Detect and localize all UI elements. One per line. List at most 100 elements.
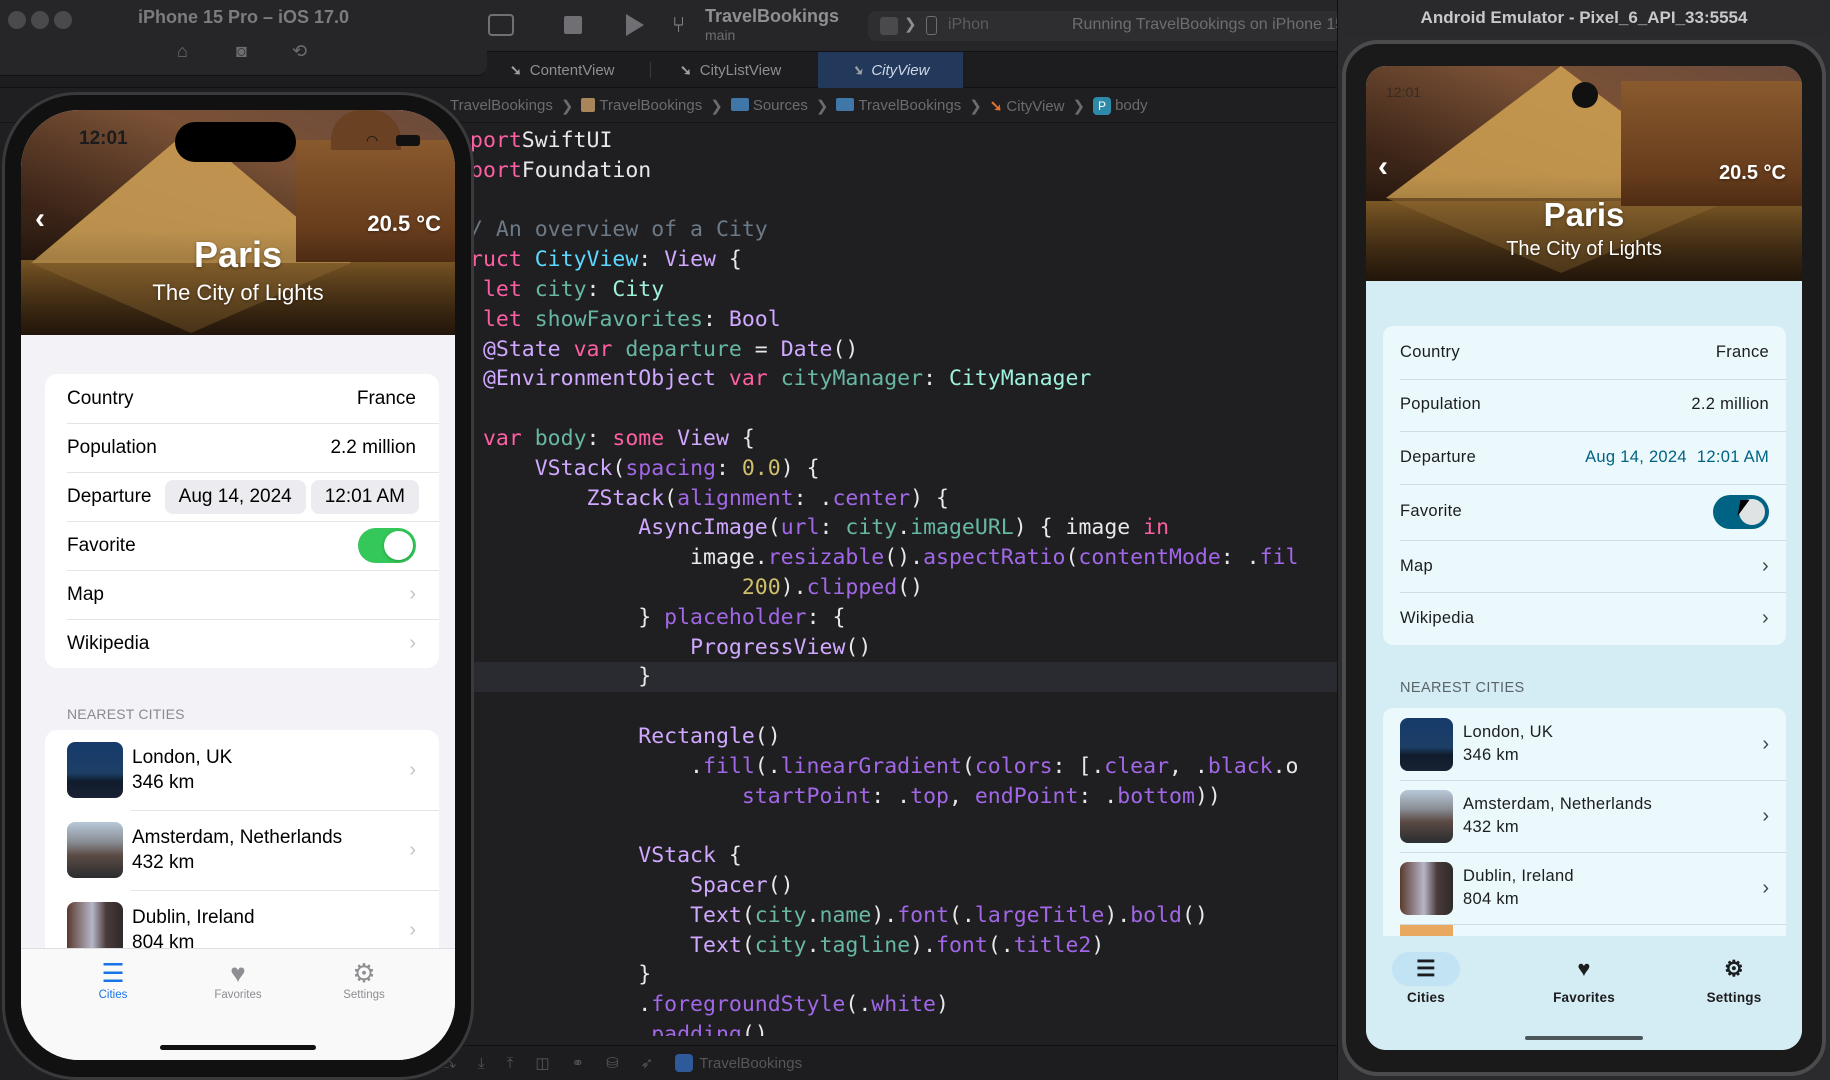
screenshot-icon[interactable]: ◙ [236, 41, 247, 62]
breadcrumb-item-folder[interactable]: TravelBookings [836, 97, 961, 114]
breadcrumb-item-symbol[interactable]: Pbody [1093, 96, 1148, 115]
code-editor[interactable]: portSwiftUI portFoundation / An overview … [470, 126, 1345, 1036]
code-line[interactable]: } placeholder: { [470, 603, 1345, 633]
scheme-name[interactable]: TravelBookings [705, 6, 839, 27]
breadcrumb-item-file[interactable]: ➘ CityView [990, 97, 1065, 115]
app-target-icon[interactable] [880, 17, 898, 35]
breadcrumb-item-project[interactable]: TravelBookings [450, 97, 553, 114]
code-line[interactable]: @EnvironmentObject var cityManager: City… [470, 364, 1345, 394]
list-item[interactable]: Amsterdam, Netherlands 432 km › [45, 810, 439, 890]
code-line[interactable]: / An overview of a City [470, 215, 1345, 245]
run-button[interactable] [626, 14, 644, 36]
code-line[interactable]: let city: City [470, 275, 1345, 305]
tab-content-view[interactable]: ➘ ContentView [490, 52, 635, 88]
code-line[interactable]: .foregroundStyle(.white) [470, 990, 1345, 1020]
tab-cities[interactable]: ☰ Cities [1366, 952, 1486, 1005]
code-line[interactable]: let showFavorites: Bool [470, 305, 1345, 335]
code-line[interactable]: @State var departure = Date() [470, 335, 1345, 365]
gear-icon: ⚙ [1724, 956, 1744, 981]
tab-favorites[interactable]: ♥ Favorites [1524, 952, 1644, 1005]
code-line[interactable]: 200).clipped() [470, 573, 1345, 603]
tab-settings[interactable]: ⚙ Settings [1674, 952, 1794, 1005]
favorite-toggle[interactable] [358, 528, 416, 563]
build-status: Running TravelBookings on iPhone 15 [1072, 16, 1345, 33]
code-line[interactable]: portSwiftUI [470, 126, 1345, 156]
code-line[interactable] [470, 186, 1345, 216]
step-in-icon[interactable]: ⤓ [478, 1055, 485, 1072]
code-line[interactable]: var body: some View { [470, 424, 1345, 454]
tab-settings[interactable]: ⚙ Settings [304, 957, 424, 1001]
sidebar-toggle-icon[interactable] [488, 14, 514, 36]
code-line[interactable]: startPoint: .top, endPoint: .bottom)) [470, 782, 1345, 812]
next-city-thumbnail [1400, 924, 1453, 936]
map-row[interactable]: Map › [45, 570, 439, 619]
code-line[interactable]: } [470, 960, 1345, 990]
code-line[interactable]: .padding() [470, 1020, 1345, 1036]
breadcrumb-item-sources[interactable]: Sources [730, 97, 808, 114]
dynamic-island [175, 122, 296, 162]
ios-simulator-titlebar: iPhone 15 Pro – iOS 17.0 ⌂ ◙ ⟲ [0, 0, 487, 76]
breadcrumb-item-package[interactable]: TravelBookings [581, 97, 702, 114]
home-indicator[interactable] [160, 1045, 316, 1050]
code-line[interactable]: ruct CityView: View { [470, 245, 1345, 275]
code-line[interactable]: VStack(spacing: 0.0) { [470, 454, 1345, 484]
memory-graph-icon[interactable]: ⚭ [572, 1054, 585, 1072]
code-line[interactable]: AsyncImage(url: city.imageURL) { image i… [470, 513, 1345, 543]
city-distance: 804 km [1463, 890, 1519, 908]
code-line[interactable]: Spacer() [470, 871, 1345, 901]
code-line[interactable]: ZStack(alignment: .center) { [470, 484, 1345, 514]
code-line[interactable]: Text(city.tagline).font(.title2) [470, 931, 1345, 961]
code-line[interactable] [470, 811, 1345, 841]
camera-cutout [1572, 82, 1598, 108]
stop-button[interactable] [564, 16, 582, 34]
map-row[interactable]: Map › [1383, 539, 1786, 593]
tab-cities[interactable]: ☰ Cities [53, 957, 173, 1001]
code-line[interactable]: ProgressView() [470, 633, 1345, 663]
city-name: London, UK [1463, 723, 1554, 741]
code-line[interactable]: image.resizable().aspectRatio(contentMod… [470, 543, 1345, 573]
run-destination[interactable]: iPhon [948, 16, 989, 34]
scheme-label: TravelBookings [699, 1055, 803, 1072]
code-line[interactable]: .fill(.linearGradient(colors: [.clear, .… [470, 752, 1345, 782]
departure-date-picker[interactable]: Aug 14, 2024 [1585, 448, 1687, 467]
departure-date-picker[interactable]: Aug 14, 2024 [164, 479, 306, 514]
home-icon[interactable]: ⌂ [177, 41, 188, 62]
departure-time-picker[interactable]: 12:01 AM [1697, 448, 1769, 467]
list-item[interactable]: London, UK 346 km › [45, 730, 439, 810]
tab-city-view[interactable]: ➘ CityView [818, 52, 963, 88]
code-line[interactable]: } [470, 662, 1345, 693]
list-item[interactable]: London, UK 346 km › [1383, 708, 1786, 780]
rotate-icon[interactable]: ⟲ [292, 41, 307, 62]
environment-icon[interactable]: ⛁ [606, 1054, 619, 1072]
list-item[interactable] [1383, 924, 1786, 936]
tab-label: Settings [1706, 990, 1762, 1005]
code-line[interactable]: VStack { [470, 841, 1345, 871]
list-item[interactable]: Dublin, Ireland 804 km › [1383, 852, 1786, 924]
location-icon[interactable]: ➶ [641, 1054, 654, 1072]
code-line[interactable]: Text(city.name).font(.largeTitle).bold() [470, 901, 1345, 931]
step-out-icon[interactable]: ⤒ [507, 1055, 514, 1072]
wikipedia-row[interactable]: Wikipedia › [1383, 592, 1786, 645]
gesture-handle[interactable] [1525, 1036, 1643, 1040]
code-line[interactable] [470, 394, 1345, 424]
breadcrumb-label: TravelBookings [599, 97, 703, 114]
view-hierarchy-icon[interactable]: ◫ [535, 1054, 549, 1072]
list-item[interactable]: Amsterdam, Netherlands 432 km › [1383, 780, 1786, 852]
device-icon [926, 16, 937, 35]
favorite-row: Favorite [1383, 483, 1786, 540]
chevron-right-icon: › [409, 758, 416, 781]
back-button[interactable]: ‹ [1378, 150, 1388, 184]
row-label: Country [1400, 342, 1460, 361]
departure-time-picker[interactable]: 12:01 AM [310, 479, 419, 514]
tab-label: CityView [871, 61, 930, 79]
row-label: Favorite [67, 534, 136, 556]
code-line[interactable] [470, 692, 1345, 722]
city-hero-image: 12:01 ‹ 20.5 °C Paris The City of Lights [1366, 66, 1802, 281]
tab-favorites[interactable]: ♥ Favorites [178, 957, 298, 1001]
tab-city-list-view[interactable]: ➘ CityListView [660, 52, 801, 88]
code-line[interactable]: Rectangle() [470, 722, 1345, 752]
back-button[interactable]: ‹ [35, 202, 45, 236]
code-line[interactable]: portFoundation [470, 156, 1345, 186]
chevron-right-icon: › [409, 583, 416, 605]
wikipedia-row[interactable]: Wikipedia › [45, 619, 439, 668]
